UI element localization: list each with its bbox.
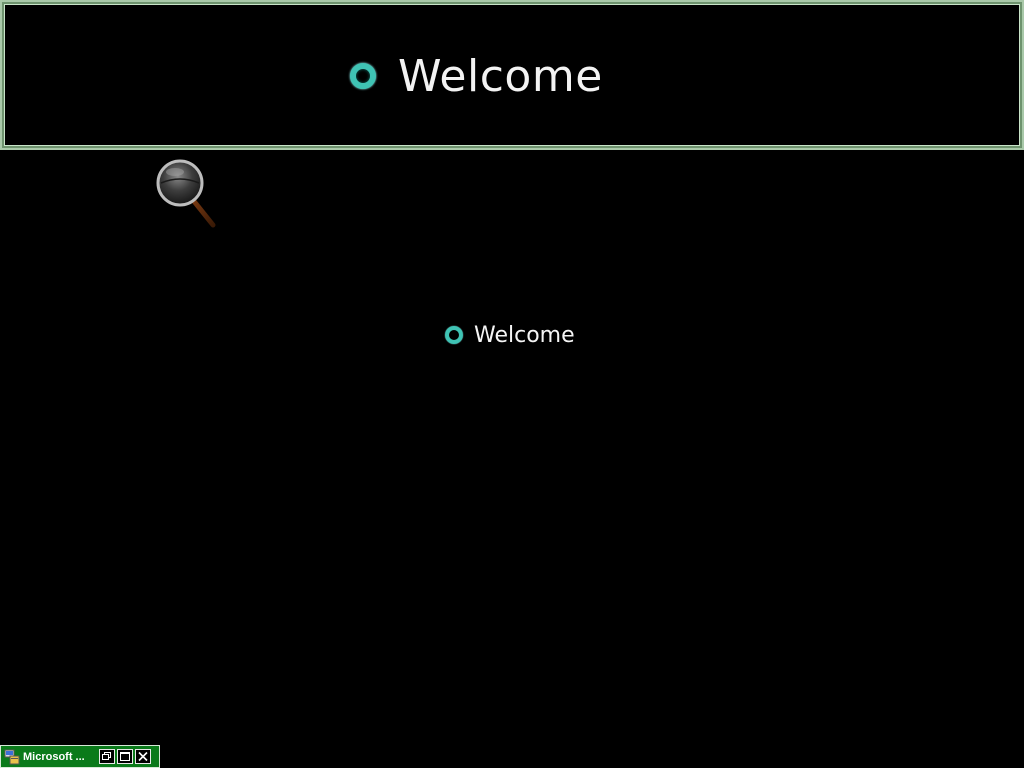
magnifier-view: Welcome [0, 0, 1024, 150]
restore-icon [102, 752, 111, 760]
magnified-welcome-text: Welcome [398, 50, 603, 102]
loading-spinner-icon [445, 326, 463, 344]
close-icon [138, 751, 148, 762]
minimized-window[interactable]: Microsoft ... [0, 745, 160, 768]
welcome-message: Welcome [445, 321, 575, 349]
maximize-button[interactable] [117, 749, 133, 764]
loading-spinner-icon [350, 63, 376, 89]
welcome-text: Welcome [474, 322, 575, 348]
magnifier-content: Welcome [2, 2, 1022, 148]
restore-button[interactable] [99, 749, 115, 764]
desktop-screen: Welcome Welcome Microsoft ... [0, 0, 1024, 768]
maximize-icon [120, 752, 130, 761]
close-button[interactable] [135, 749, 151, 764]
minimized-window-title: Microsoft ... [23, 750, 85, 763]
magnifier-lens-icon[interactable] [155, 158, 219, 230]
magnified-welcome: Welcome [350, 48, 603, 104]
application-icon [4, 749, 20, 764]
